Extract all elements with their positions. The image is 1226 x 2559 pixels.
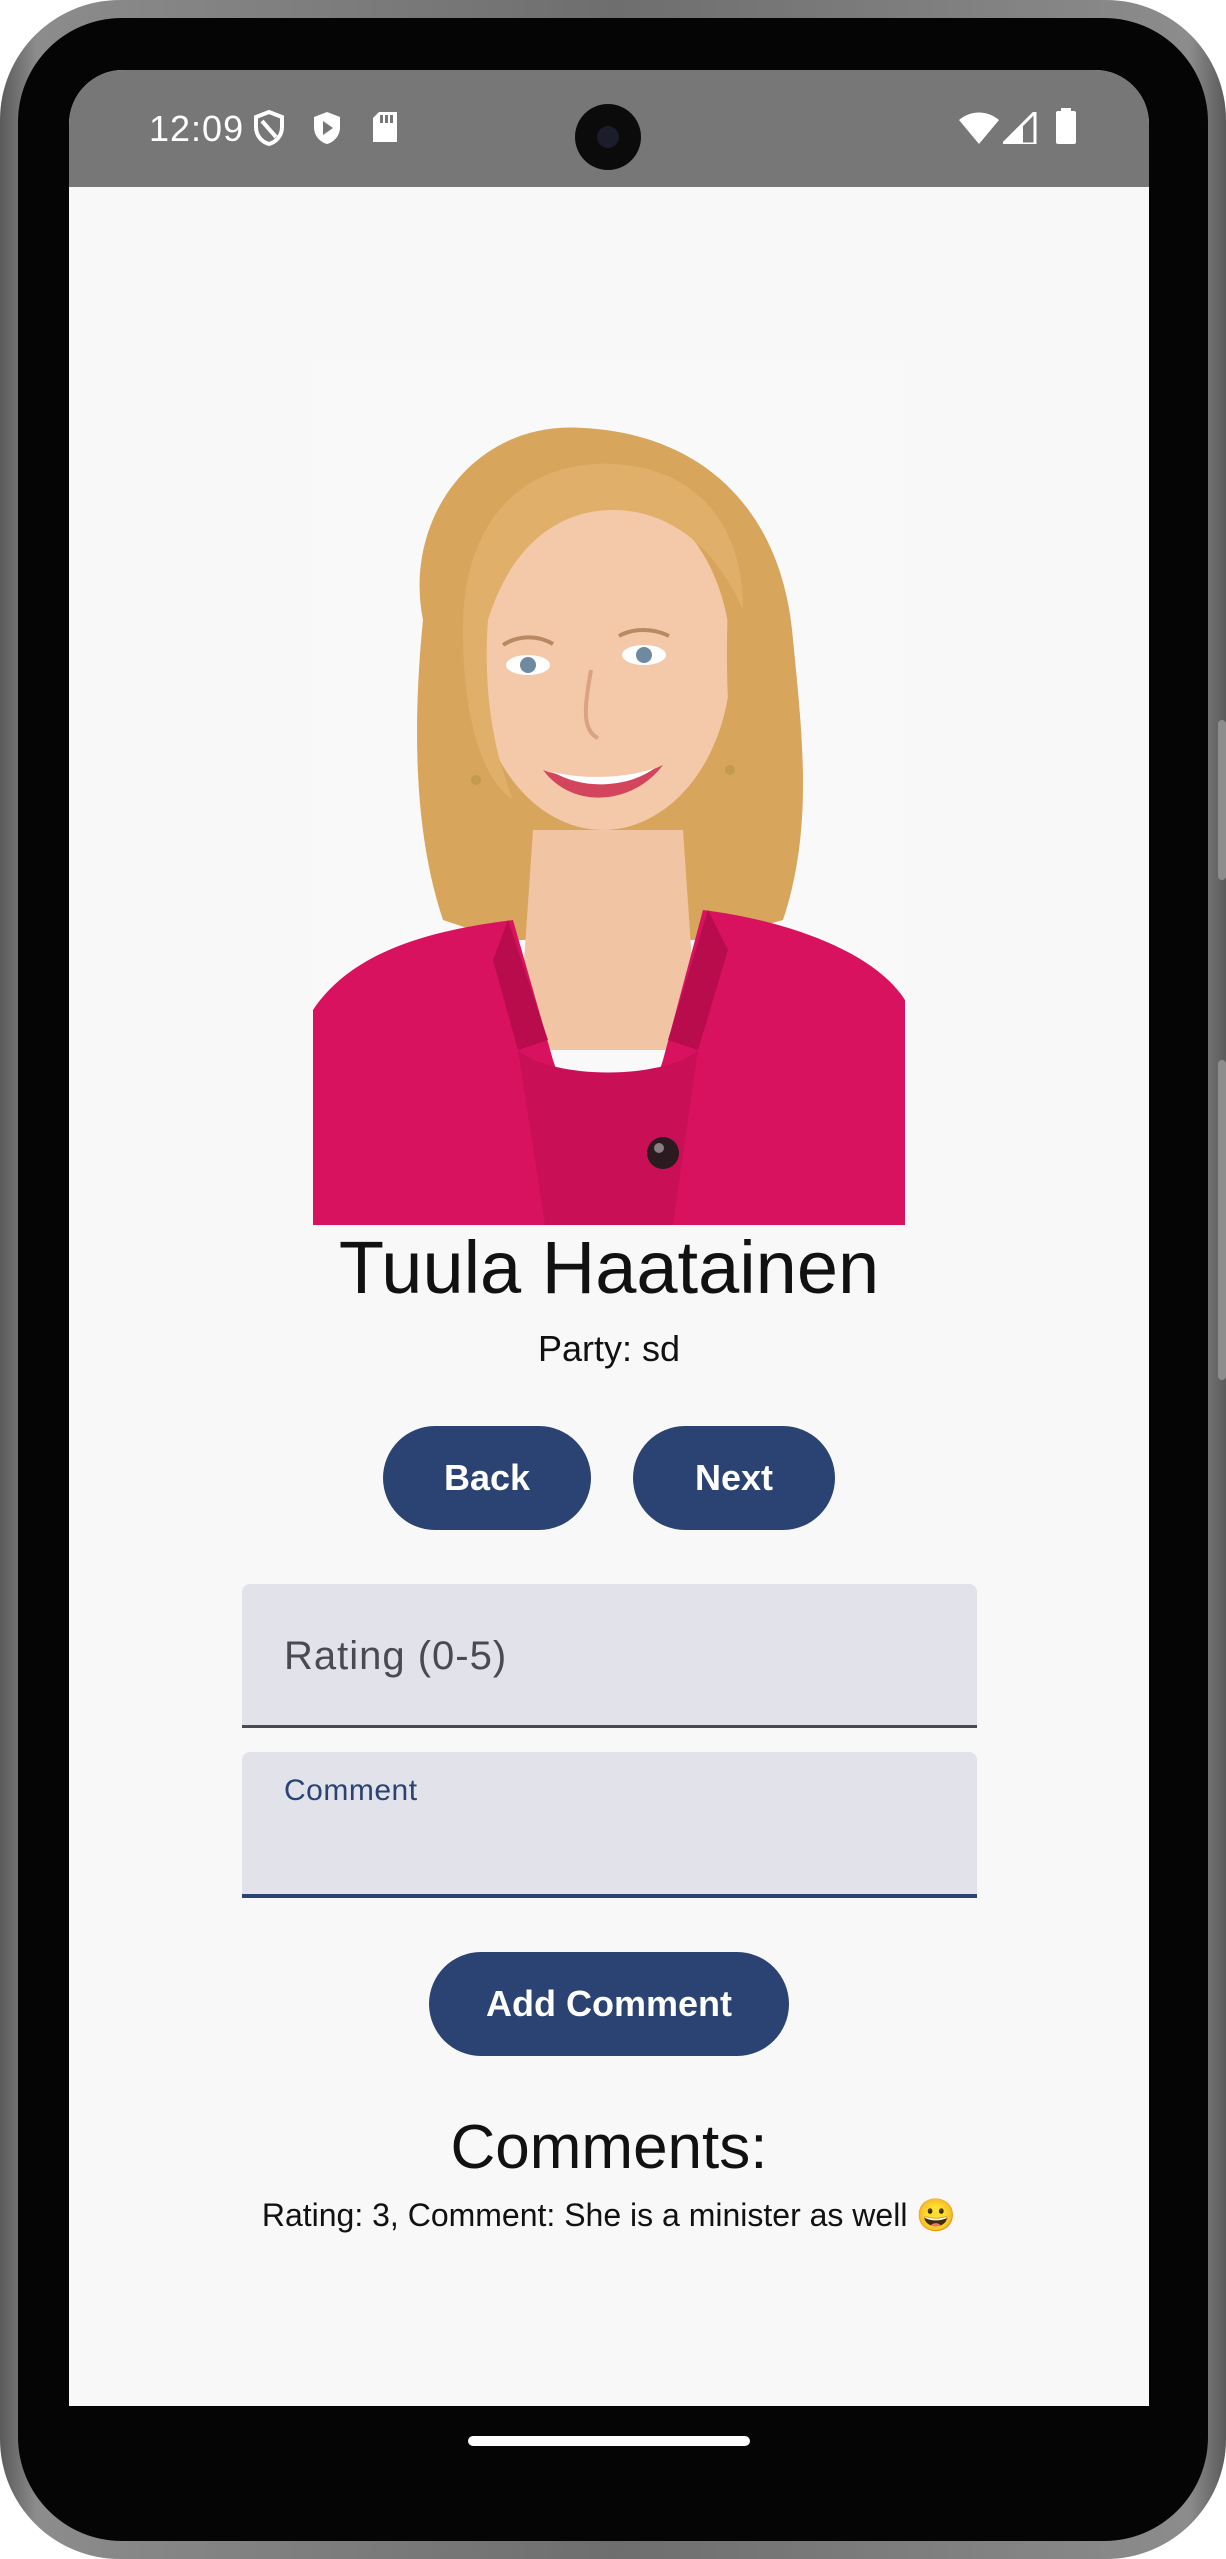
volume-button <box>1218 720 1226 880</box>
battery-icon <box>1055 108 1077 149</box>
phone-frame: 12:09 Tuula Haatainen Party: sd Back Nex… <box>0 0 1226 2559</box>
person-name: Tuula Haatainen <box>338 1226 880 1309</box>
rating-input[interactable]: Rating (0-5) <box>242 1584 977 1728</box>
next-button[interactable]: Next <box>633 1426 835 1530</box>
shield-icon <box>253 109 285 151</box>
play-shield-icon <box>311 110 343 151</box>
signal-icon <box>999 108 1037 149</box>
comment-input[interactable]: Comment <box>242 1752 977 1898</box>
comment-item: Rating: 3, Comment: She is a minister as… <box>261 2197 957 2233</box>
power-button <box>1218 1060 1226 1380</box>
portrait-photo <box>313 360 905 1225</box>
home-gesture-bar[interactable] <box>468 2436 750 2446</box>
comment-label: Comment <box>284 1774 418 1807</box>
comments-heading: Comments: <box>450 2113 768 2182</box>
party-label: Party: sd <box>537 1328 681 1369</box>
status-time: 12:09 <box>149 108 245 149</box>
wifi-icon <box>959 112 999 149</box>
screen: 12:09 Tuula Haatainen Party: sd Back Nex… <box>69 70 1149 2406</box>
rating-placeholder: Rating (0-5) <box>284 1634 508 1678</box>
sd-card-icon <box>371 110 399 149</box>
back-button[interactable]: Back <box>383 1426 591 1530</box>
front-camera <box>575 104 641 170</box>
add-comment-button[interactable]: Add Comment <box>429 1952 789 2056</box>
